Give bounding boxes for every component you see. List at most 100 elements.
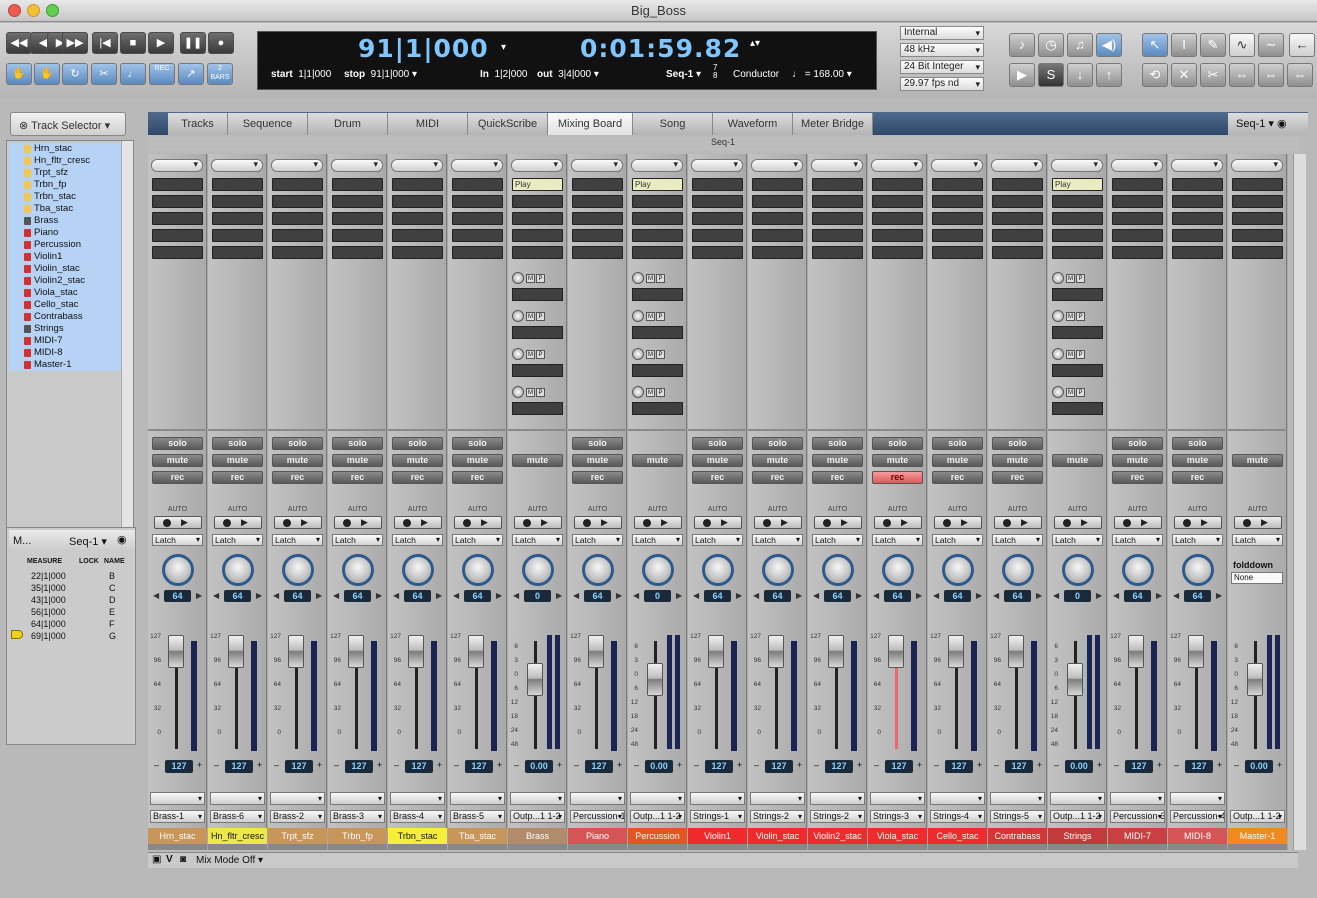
- punch-out-icon[interactable]: ↑: [1096, 63, 1122, 87]
- insert-slot[interactable]: [992, 212, 1043, 225]
- volume-value[interactable]: 0.00: [525, 760, 553, 773]
- volume-down-icon[interactable]: –: [994, 760, 999, 770]
- pan-value[interactable]: 64: [404, 590, 431, 602]
- punch-in-icon[interactable]: ↓: [1067, 63, 1093, 87]
- automation-play-icon[interactable]: ▶: [541, 517, 548, 528]
- insert-slot[interactable]: [212, 195, 263, 208]
- automation-play-icon[interactable]: ▶: [601, 517, 608, 528]
- automation-play-icon[interactable]: ▶: [361, 517, 368, 528]
- send-knob-icon[interactable]: [1052, 386, 1064, 398]
- mute-button[interactable]: mute: [872, 454, 923, 467]
- volume-value[interactable]: 127: [1185, 760, 1213, 773]
- pan-right-arrow-icon[interactable]: ▶: [436, 591, 442, 600]
- insert-slot[interactable]: [152, 246, 203, 259]
- mute-button[interactable]: mute: [692, 454, 743, 467]
- insert-slot[interactable]: [692, 229, 743, 242]
- input-select[interactable]: [1170, 792, 1225, 805]
- automation-play-icon[interactable]: ▶: [1021, 517, 1028, 528]
- volume-up-icon[interactable]: +: [677, 760, 682, 770]
- volume-up-icon[interactable]: +: [1097, 760, 1102, 770]
- pan-right-arrow-icon[interactable]: ▶: [1216, 591, 1222, 600]
- volume-value[interactable]: 127: [705, 760, 733, 773]
- send-destination[interactable]: [512, 326, 563, 339]
- send-mute-icon[interactable]: M: [526, 274, 535, 283]
- rec-button[interactable]: rec: [692, 471, 743, 484]
- automation-record-icon[interactable]: [463, 519, 471, 527]
- send-prefader-icon[interactable]: P: [656, 350, 665, 359]
- insert-slot[interactable]: [572, 178, 623, 191]
- insert-slot[interactable]: [812, 212, 863, 225]
- insert-slot[interactable]: [932, 195, 983, 208]
- insert-slot[interactable]: [1112, 178, 1163, 191]
- insert-slot[interactable]: [1232, 212, 1283, 225]
- marker-row[interactable]: 69|1|000 G: [9, 630, 122, 642]
- volume-fader[interactable]: [1128, 635, 1144, 668]
- insert-slot[interactable]: [512, 195, 563, 208]
- automation-play-icon[interactable]: ▶: [181, 517, 188, 528]
- insert-slot[interactable]: [392, 246, 443, 259]
- volume-up-icon[interactable]: +: [1037, 760, 1042, 770]
- send-prefader-icon[interactable]: P: [536, 274, 545, 283]
- track-selector-item[interactable]: Master-1: [9, 359, 122, 371]
- marker-seq-menu[interactable]: Seq-1 ▾: [69, 535, 107, 548]
- pan-right-arrow-icon[interactable]: ▶: [856, 591, 862, 600]
- pan-value[interactable]: 0: [644, 590, 671, 602]
- marker-menu-icon[interactable]: ◉: [117, 533, 127, 546]
- stop-field[interactable]: stop 91|1|000 ▾: [344, 69, 417, 80]
- input-select[interactable]: [870, 792, 925, 805]
- rec-button[interactable]: rec: [1172, 471, 1223, 484]
- send-mute-icon[interactable]: M: [646, 274, 655, 283]
- output-select[interactable]: Outp...1 1-2: [1230, 810, 1285, 823]
- solo-button[interactable]: solo: [452, 437, 503, 450]
- pan-knob[interactable]: [1122, 554, 1154, 586]
- sample-rate-select[interactable]: 48 kHz: [900, 43, 984, 57]
- pan-right-arrow-icon[interactable]: ▶: [256, 591, 262, 600]
- volume-up-icon[interactable]: +: [437, 760, 442, 770]
- instrument-select[interactable]: [451, 159, 503, 172]
- insert-slot[interactable]: [872, 229, 923, 242]
- input-select[interactable]: [450, 792, 505, 805]
- insert-slot[interactable]: [572, 229, 623, 242]
- send-prefader-icon[interactable]: P: [656, 274, 665, 283]
- volume-up-icon[interactable]: +: [1217, 760, 1222, 770]
- automation-mode-select[interactable]: Latch: [452, 534, 503, 546]
- automation-play-icon[interactable]: ▶: [1081, 517, 1088, 528]
- tab-song[interactable]: Song: [633, 113, 713, 135]
- insert-slot[interactable]: [332, 195, 383, 208]
- pan-left-arrow-icon[interactable]: ◀: [213, 591, 219, 600]
- instrument-select[interactable]: [991, 159, 1043, 172]
- volume-value[interactable]: 127: [405, 760, 433, 773]
- input-select[interactable]: [210, 792, 265, 805]
- clock-icon[interactable]: ◷: [1038, 33, 1064, 57]
- insert-slot[interactable]: [392, 178, 443, 191]
- pan-right-arrow-icon[interactable]: ▶: [976, 591, 982, 600]
- insert-slot[interactable]: [212, 229, 263, 242]
- automation-record-icon[interactable]: [523, 519, 531, 527]
- volume-up-icon[interactable]: +: [257, 760, 262, 770]
- volume-fader[interactable]: [948, 635, 964, 668]
- volume-value[interactable]: 127: [885, 760, 913, 773]
- send-prefader-icon[interactable]: P: [656, 312, 665, 321]
- channel-name[interactable]: Viola_stac: [868, 828, 927, 844]
- erase-tool-icon[interactable]: ✕: [1171, 63, 1197, 87]
- start-field[interactable]: start 1|1|000: [271, 69, 331, 80]
- send-mute-icon[interactable]: M: [526, 312, 535, 321]
- automation-play-icon[interactable]: ▶: [421, 517, 428, 528]
- rec-button[interactable]: rec: [992, 471, 1043, 484]
- insert-slot[interactable]: [452, 212, 503, 225]
- pan-right-arrow-icon[interactable]: ▶: [556, 591, 562, 600]
- send-prefader-icon[interactable]: P: [536, 388, 545, 397]
- solo-button[interactable]: solo: [572, 437, 623, 450]
- mute-button[interactable]: mute: [152, 454, 203, 467]
- track-selector-item[interactable]: Percussion: [9, 239, 122, 251]
- input-select[interactable]: [330, 792, 385, 805]
- pan-right-arrow-icon[interactable]: ▶: [496, 591, 502, 600]
- in-field[interactable]: In 1|2|000: [480, 69, 527, 80]
- insert-slot[interactable]: [212, 178, 263, 191]
- stretch-tool-icon[interactable]: ⇔: [1229, 63, 1255, 87]
- instrument-select[interactable]: [1171, 159, 1223, 172]
- track-selector-item[interactable]: MIDI-8: [9, 347, 122, 359]
- volume-fader[interactable]: [1008, 635, 1024, 668]
- tuning-icon[interactable]: ♫: [1067, 33, 1093, 57]
- output-select[interactable]: Outp...1 1-2: [510, 810, 565, 823]
